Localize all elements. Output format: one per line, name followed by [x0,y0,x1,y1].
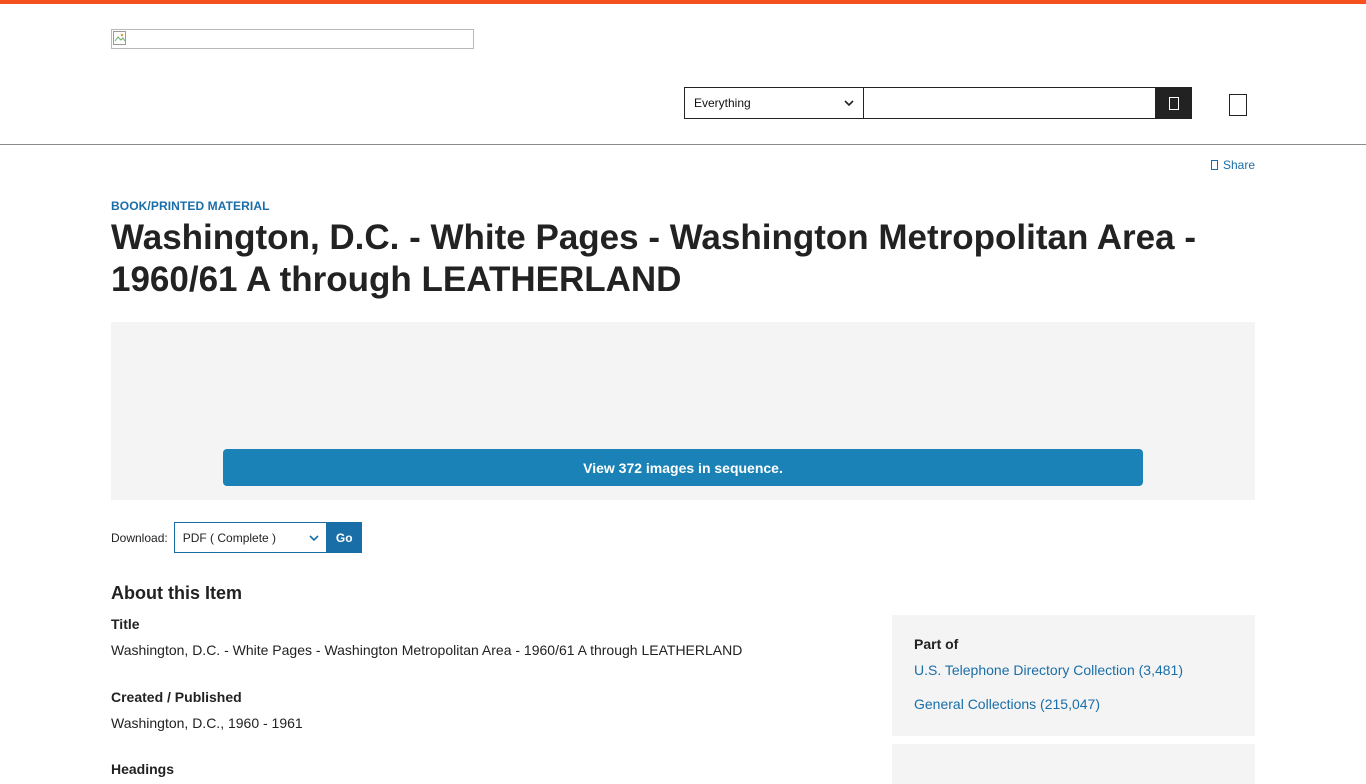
part-of-panel: Part of U.S. Telephone Directory Collect… [892,615,1255,736]
download-format-select[interactable]: PDF ( Complete ) [173,522,327,553]
item-type-label: BOOK/PRINTED MATERIAL [111,199,270,213]
search-scope-select[interactable]: Everything [684,87,864,119]
download-go-button[interactable]: Go [326,522,362,553]
search-bar: Everything [684,87,1192,119]
share-icon [1210,160,1218,170]
search-input[interactable] [864,87,1156,119]
chevron-down-icon [309,534,319,541]
field-label-headings: Headings [111,761,175,777]
secondary-panel [892,744,1255,784]
field-label-created-published: Created / Published [111,689,242,705]
share-label: Share [1222,158,1255,172]
header-divider [0,144,1366,145]
about-heading: About this Item [111,583,242,603]
part-of-heading: Part of [914,636,959,652]
download-controls: Download: PDF ( Complete ) Go [111,522,362,553]
search-scope-value: Everything [694,96,751,110]
collection-link-general-collections[interactable]: General Collections (215,047) [914,696,1100,712]
share-link[interactable]: Share [1210,158,1255,172]
field-label-title: Title [111,616,140,632]
menu-icon[interactable] [1229,94,1247,116]
search-icon [1169,96,1179,110]
broken-image-icon [113,31,126,45]
page-title: Washington, D.C. - White Pages - Washing… [111,218,1196,299]
collection-link-telephone-directory[interactable]: U.S. Telephone Directory Collection (3,4… [914,662,1183,678]
item-viewer: View 372 images in sequence. [111,322,1255,500]
top-accent-bar [0,0,1366,4]
view-sequence-button[interactable]: View 372 images in sequence. [223,449,1143,486]
site-logo[interactable] [111,29,474,49]
download-format-value: PDF ( Complete ) [182,530,277,545]
field-value-title: Washington, D.C. - White Pages - Washing… [111,642,743,658]
download-label: Download: [111,530,168,545]
field-value-created-published: Washington, D.C., 1960 - 1961 [111,715,303,731]
chevron-down-icon [844,100,854,107]
search-button[interactable] [1156,87,1192,119]
